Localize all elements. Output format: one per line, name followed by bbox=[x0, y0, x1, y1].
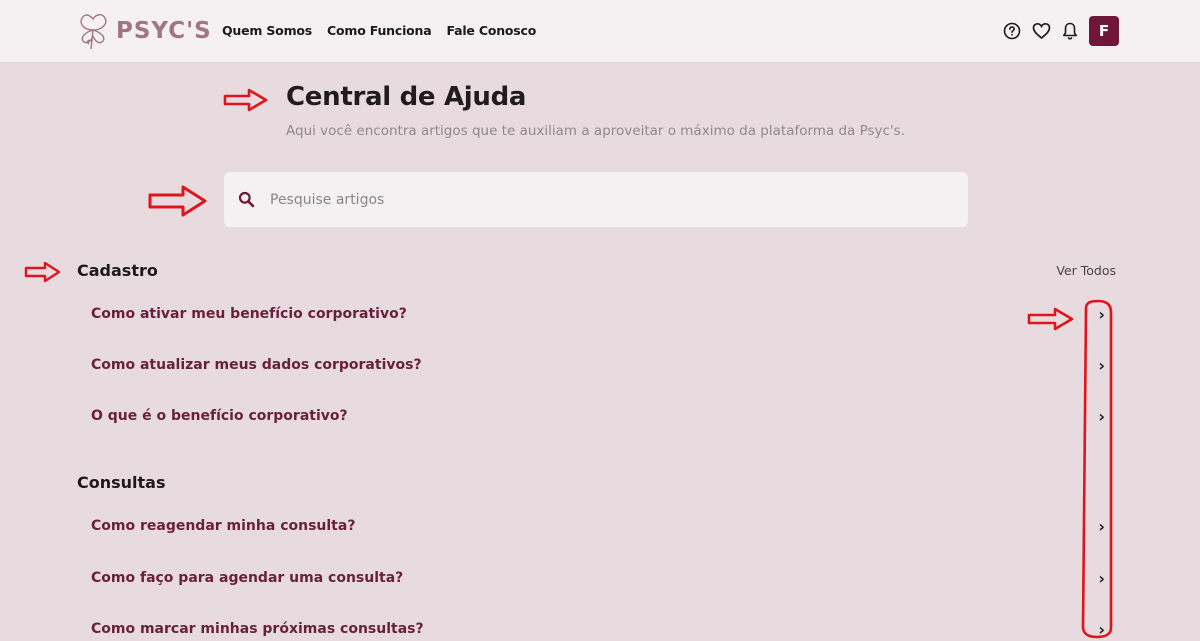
article-label: Como faço para agendar uma consulta? bbox=[91, 570, 404, 586]
main-nav: Quem Somos Como Funciona Fale Conosco bbox=[222, 23, 551, 38]
heart-icon[interactable] bbox=[1030, 20, 1052, 42]
article-label: Como reagendar minha consulta? bbox=[91, 518, 356, 534]
section-title-cadastro: Cadastro bbox=[77, 261, 158, 280]
article-item[interactable]: Como reagendar minha consulta? › bbox=[91, 514, 1111, 538]
article-label: Como marcar minhas próximas consultas? bbox=[91, 621, 424, 637]
brand-name: PSYC'S bbox=[116, 18, 212, 44]
article-item[interactable]: Como faço para agendar uma consulta? › bbox=[91, 566, 1111, 590]
search-box[interactable] bbox=[224, 172, 968, 227]
page-subtitle: Aqui você encontra artigos que te auxili… bbox=[286, 123, 905, 139]
annotation-highlight-outline bbox=[1081, 299, 1113, 639]
annotation-arrow-icon bbox=[24, 261, 61, 283]
article-item[interactable]: Como marcar minhas próximas consultas? › bbox=[91, 617, 1111, 641]
article-label: O que é o benefício corporativo? bbox=[91, 408, 348, 424]
article-label: Como atualizar meus dados corporativos? bbox=[91, 357, 422, 373]
search-input[interactable] bbox=[268, 190, 912, 209]
user-avatar[interactable]: F bbox=[1089, 16, 1119, 46]
help-icon[interactable] bbox=[1001, 20, 1023, 42]
article-item[interactable]: Como atualizar meus dados corporativos? … bbox=[91, 353, 1111, 377]
flower-logo-icon bbox=[80, 14, 107, 50]
see-all-link[interactable]: Ver Todos bbox=[1056, 263, 1116, 278]
annotation-arrow-icon bbox=[148, 185, 207, 217]
nav-link-fale-conosco[interactable]: Fale Conosco bbox=[447, 23, 537, 38]
section-title-consultas: Consultas bbox=[77, 473, 166, 492]
annotation-arrow-icon bbox=[223, 88, 268, 112]
nav-link-como-funciona[interactable]: Como Funciona bbox=[327, 23, 432, 38]
article-label: Como ativar meu benefício corporativo? bbox=[91, 306, 407, 322]
annotation-arrow-icon bbox=[1027, 307, 1074, 331]
search-icon bbox=[238, 191, 256, 209]
logo[interactable]: PSYC'S bbox=[74, 9, 212, 53]
top-navbar: PSYC'S Quem Somos Como Funciona Fale Con… bbox=[0, 0, 1200, 63]
article-item[interactable]: Como ativar meu benefício corporativo? › bbox=[91, 302, 1111, 326]
bell-icon[interactable] bbox=[1059, 20, 1081, 42]
nav-icons: F bbox=[994, 16, 1119, 46]
nav-link-quem-somos[interactable]: Quem Somos bbox=[222, 23, 312, 38]
page-title: Central de Ajuda bbox=[286, 82, 527, 112]
article-item[interactable]: O que é o benefício corporativo? › bbox=[91, 404, 1111, 428]
